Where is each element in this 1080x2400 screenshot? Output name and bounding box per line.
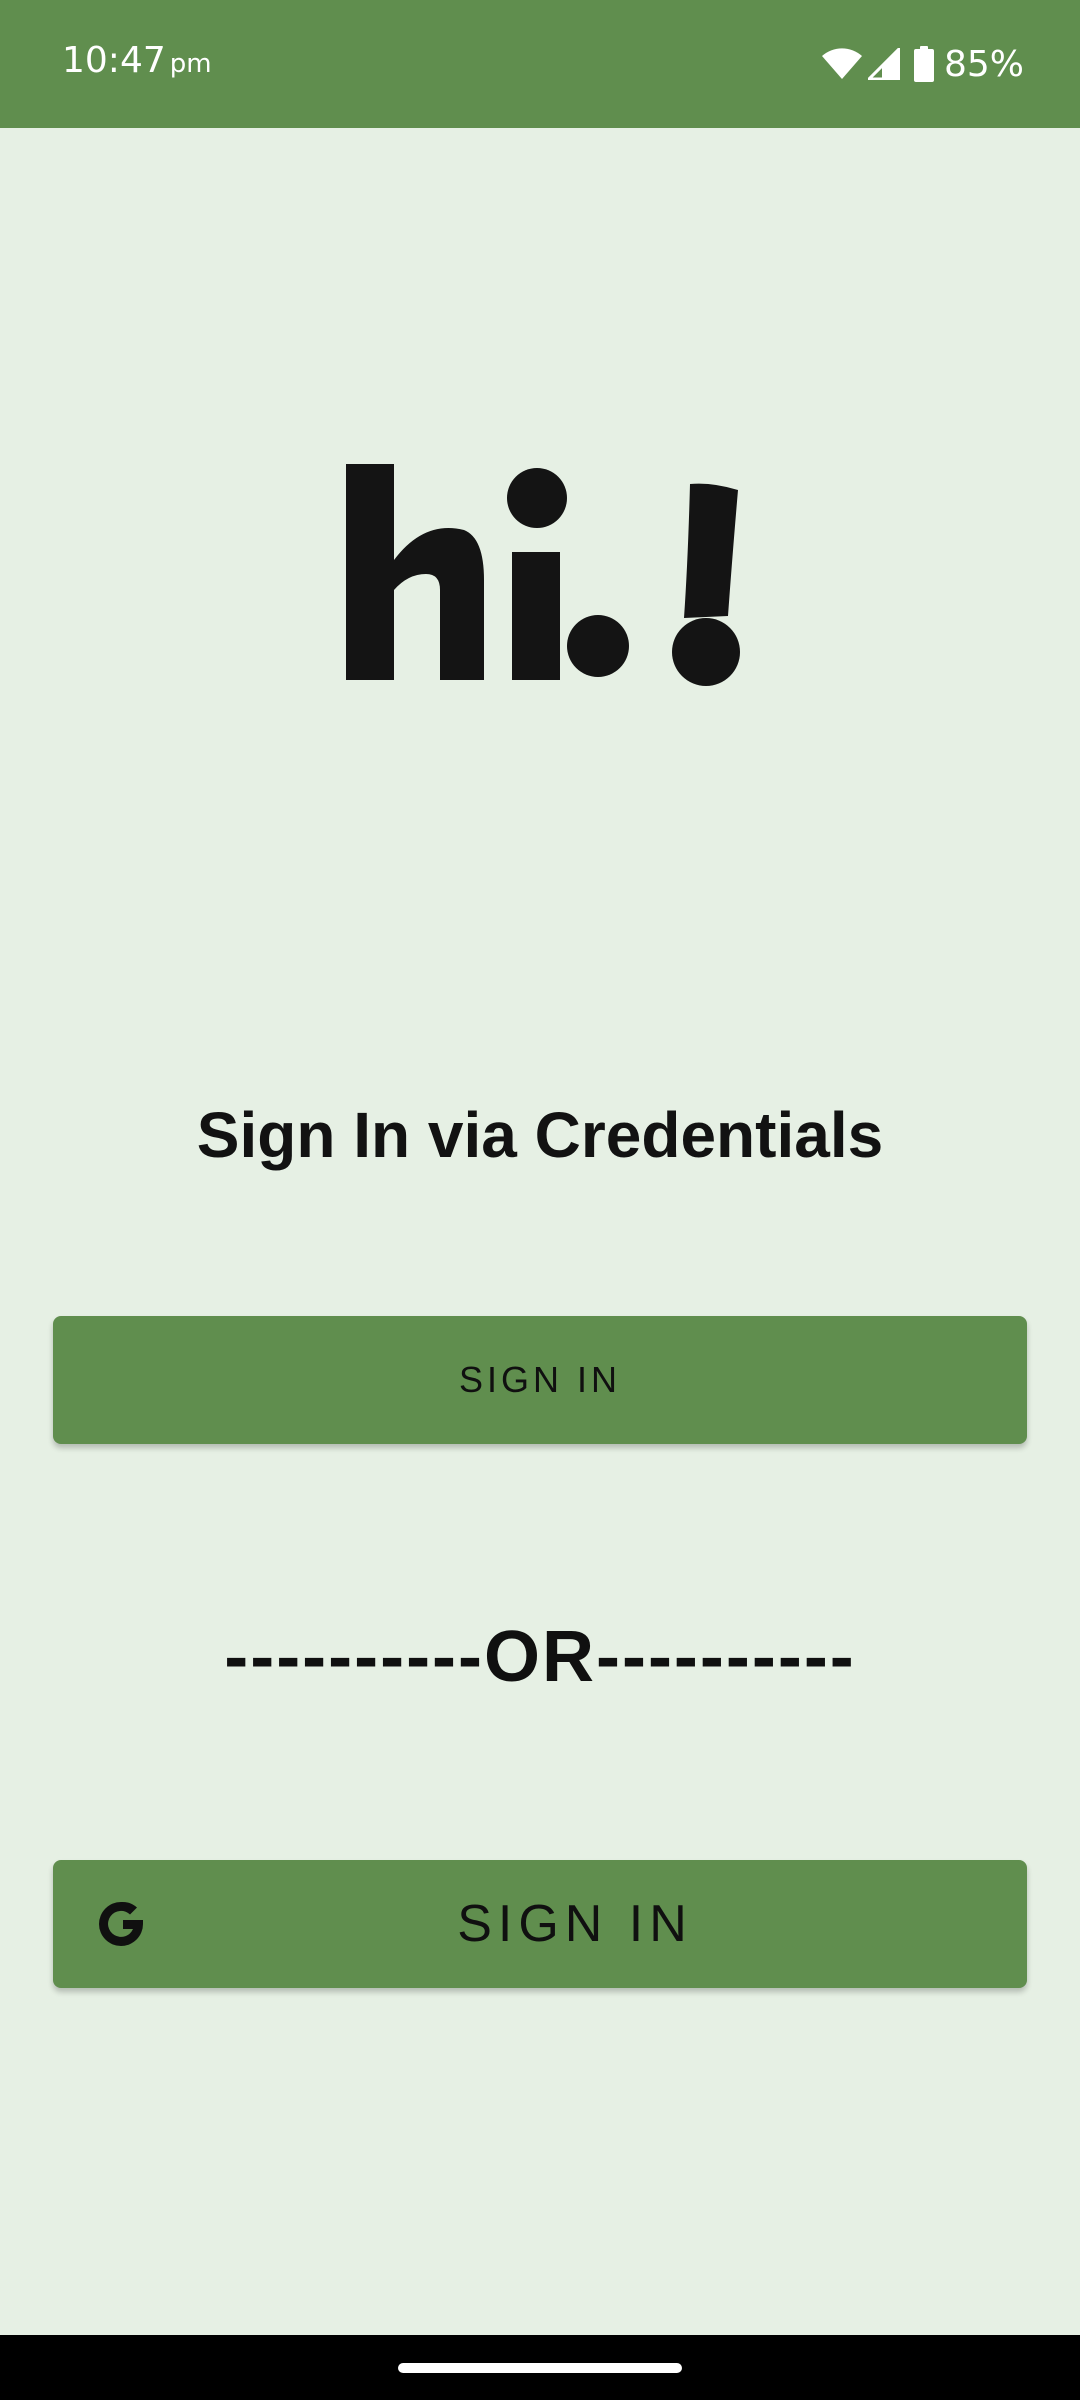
status-time-value: 10:47 — [62, 40, 166, 81]
battery-percent: 85% — [943, 43, 1024, 85]
hi-logo — [346, 464, 740, 686]
sign-in-screen: 10:47 pm 85% Sign In via Credentials SIG… — [0, 0, 1080, 2400]
status-time: 10:47 pm — [62, 40, 212, 81]
battery-icon — [913, 46, 934, 82]
page-title: Sign In via Credentials — [196, 1099, 884, 1171]
or-divider: ----------OR---------- — [224, 1617, 856, 1697]
wifi-icon — [821, 48, 862, 79]
google-sign-in-button[interactable]: SIGN IN — [53, 1860, 1027, 1988]
google-sign-in-label: SIGN IN — [457, 1895, 693, 1953]
google-icon — [99, 1901, 143, 1946]
credentials-sign-in-label: SIGN IN — [458, 1359, 621, 1400]
status-icons: 85% — [821, 40, 1024, 88]
navigation-bar — [0, 2335, 1080, 2400]
signal-icon — [867, 48, 900, 80]
credentials-sign-in-button[interactable]: SIGN IN — [53, 1316, 1027, 1444]
home-gesture-handle[interactable] — [398, 2363, 682, 2373]
status-time-ampm: pm — [169, 49, 212, 79]
status-bar: 10:47 pm 85% — [0, 0, 1080, 128]
